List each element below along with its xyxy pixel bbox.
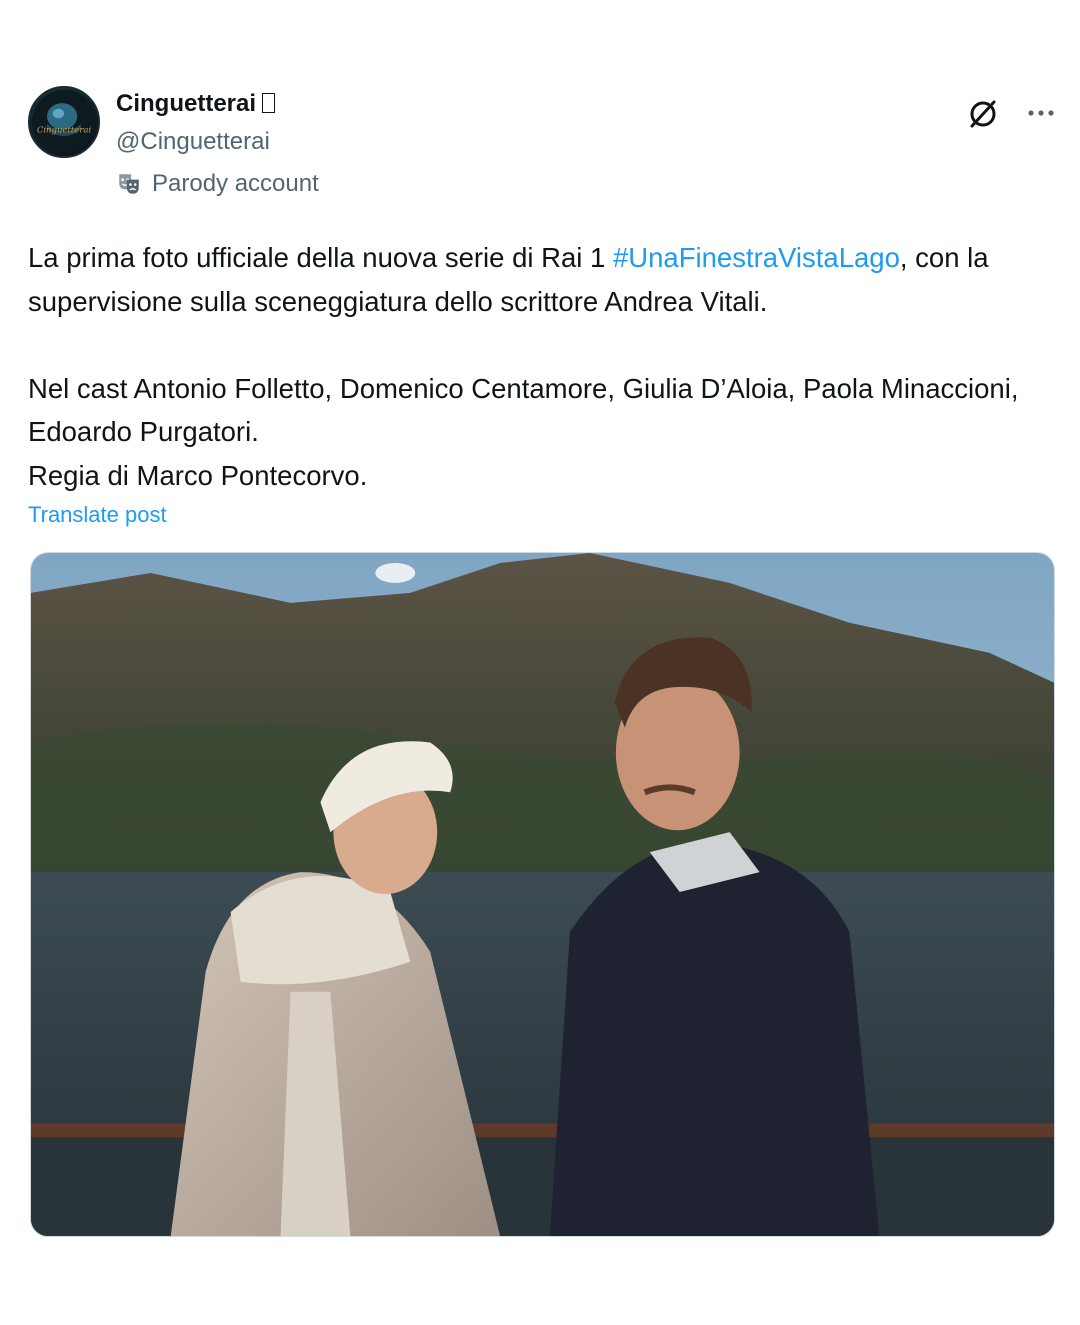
avatar-image: Cinguetterai: [31, 89, 97, 155]
photo-scene: [31, 553, 1054, 1236]
grok-button[interactable]: [964, 94, 1002, 132]
theater-mask-icon: [119, 174, 139, 194]
post-text: La prima foto ufficiale della nuova seri…: [28, 236, 1058, 497]
translate-post-link[interactable]: Translate post: [28, 502, 167, 528]
more-dots-icon: [1028, 110, 1054, 116]
grok-icon: [970, 100, 996, 128]
parody-account-label: Parody account: [116, 170, 319, 198]
cloud: [375, 562, 416, 583]
parody-account-text: Parody account: [152, 170, 319, 197]
post-cast-line: Nel cast Antonio Folletto, Domenico Cent…: [28, 372, 1019, 448]
display-name-text: Cinguetterai: [116, 90, 257, 117]
post-photo[interactable]: [30, 552, 1055, 1237]
post-paragraph-intro: La prima foto ufficiale della nuova seri…: [28, 236, 1058, 323]
hashtag-link[interactable]: #UnaFinestraVistaLago: [613, 242, 900, 273]
user-handle[interactable]: @Cinguetterai: [116, 128, 270, 156]
badge-placeholder-icon: [262, 93, 276, 113]
post-text-part1: La prima foto ufficiale della nuova seri…: [28, 242, 613, 273]
post-card: Cinguetterai Cinguetterai @Cinguetterai …: [0, 0, 1080, 1325]
avatar[interactable]: Cinguetterai: [28, 86, 100, 158]
display-name[interactable]: Cinguetterai: [116, 90, 276, 118]
avatar-logo-text: Cinguetterai: [37, 125, 92, 135]
more-options-button[interactable]: [1022, 94, 1060, 132]
post-director-line: Regia di Marco Pontecorvo.: [28, 459, 368, 491]
